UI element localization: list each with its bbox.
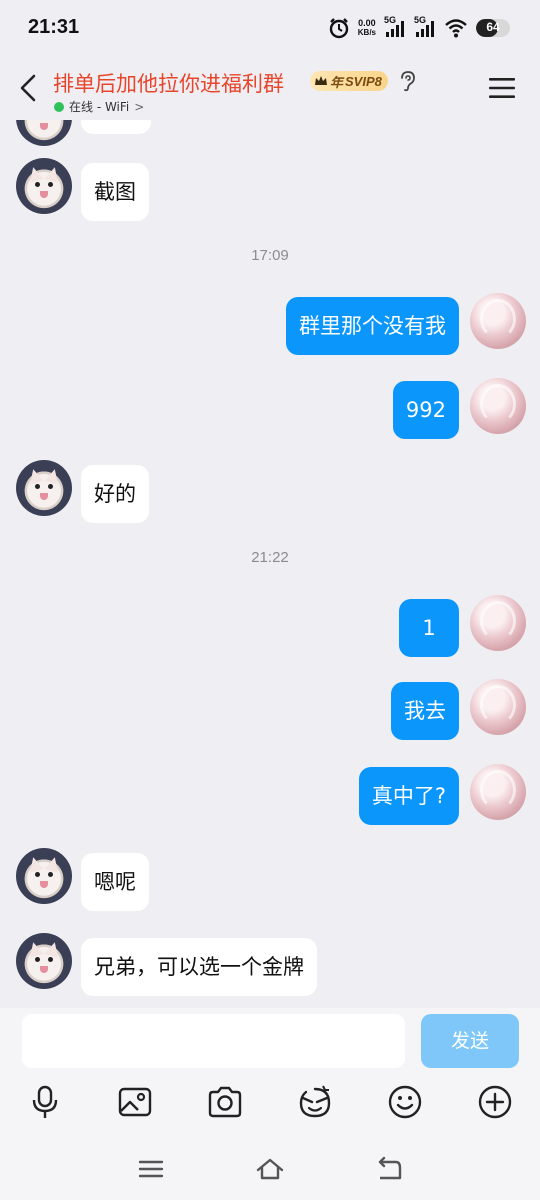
- menu-icon[interactable]: [136, 1154, 166, 1184]
- battery-level: 64: [486, 20, 500, 34]
- menu-button[interactable]: [488, 76, 516, 100]
- net-speed: 0.00 KB/s: [357, 18, 376, 38]
- ear-icon[interactable]: [397, 70, 417, 92]
- message-bubble-incoming[interactable]: 截图: [81, 163, 149, 221]
- chat-title[interactable]: 排单后加他拉你进福利群: [53, 68, 284, 98]
- crown-icon: [315, 76, 327, 85]
- online-status-row[interactable]: 在线 - WiFi >: [54, 98, 144, 115]
- battery-icon: 64: [476, 19, 510, 37]
- message-bubble-outgoing[interactable]: 真中了?: [358, 767, 459, 825]
- emoji-icon[interactable]: [387, 1084, 423, 1120]
- signal-icon-2: 5G: [414, 15, 436, 39]
- chevron-right-icon: >: [134, 99, 145, 114]
- plus-icon[interactable]: [477, 1084, 513, 1120]
- microphone-icon[interactable]: [27, 1084, 63, 1120]
- message-bubble-incoming[interactable]: 兄弟，可以选一个金牌: [81, 938, 317, 996]
- time-divider: 17:09: [251, 247, 289, 264]
- back-button[interactable]: [14, 68, 44, 108]
- contact-avatar[interactable]: [16, 120, 72, 146]
- my-avatar[interactable]: [470, 293, 526, 349]
- badge-label: SVIP8: [345, 73, 382, 89]
- message-bubble-outgoing[interactable]: 992: [392, 381, 459, 439]
- send-button[interactable]: 发送: [421, 1014, 519, 1068]
- signal-icon-1: 5G: [384, 15, 406, 39]
- my-avatar[interactable]: [470, 595, 526, 651]
- message-bubble-incoming[interactable]: 好的: [81, 465, 149, 523]
- message-bubble-outgoing[interactable]: 群里那个没有我: [286, 297, 459, 355]
- my-avatar[interactable]: [470, 679, 526, 735]
- home-icon[interactable]: [255, 1154, 285, 1184]
- sticker-icon[interactable]: [297, 1084, 333, 1120]
- system-nav-bar: [0, 1142, 540, 1200]
- time-divider: 21:22: [251, 549, 289, 566]
- message-bubble-partial[interactable]: [81, 120, 151, 134]
- online-status: 在线 - WiFi: [69, 100, 130, 114]
- status-bar: 21:31 0.00 KB/s 5G 5G 64: [0, 0, 540, 58]
- message-bubble-outgoing[interactable]: 我去: [391, 682, 459, 740]
- back-icon[interactable]: [374, 1154, 404, 1184]
- alarm-icon: [329, 18, 348, 39]
- badge-prefix: 年: [330, 74, 344, 90]
- signal-label-2: 5G: [414, 15, 427, 25]
- status-icons: 0.00 KB/s 5G 5G 64: [328, 14, 510, 42]
- contact-avatar[interactable]: [16, 848, 72, 904]
- signal-label-1: 5G: [384, 15, 397, 25]
- contact-avatar[interactable]: [16, 933, 72, 989]
- my-avatar[interactable]: [470, 764, 526, 820]
- online-dot: [54, 101, 64, 112]
- net-speed-unit: KB/s: [357, 28, 376, 37]
- contact-avatar[interactable]: [16, 460, 72, 516]
- wifi-icon: [445, 19, 467, 38]
- camera-icon[interactable]: [207, 1084, 243, 1120]
- chat-area[interactable]: 截图 17:09 群里那个没有我 992 好的 21:22 1 我去 真中了? …: [0, 120, 540, 1008]
- net-speed-value: 0.00: [358, 18, 376, 28]
- status-time: 21:31: [28, 16, 80, 38]
- input-toolbar: [0, 1084, 540, 1124]
- chat-header: 排单后加他拉你进福利群 年 SVIP8 在线 - WiFi >: [0, 58, 540, 120]
- svip-badge[interactable]: 年 SVIP8: [310, 71, 388, 91]
- my-avatar[interactable]: [470, 378, 526, 434]
- message-bubble-incoming[interactable]: 嗯呢: [81, 853, 149, 911]
- image-icon[interactable]: [117, 1084, 153, 1120]
- message-bubble-outgoing[interactable]: 1: [399, 599, 459, 657]
- message-input[interactable]: [22, 1014, 405, 1068]
- contact-avatar[interactable]: [16, 158, 72, 214]
